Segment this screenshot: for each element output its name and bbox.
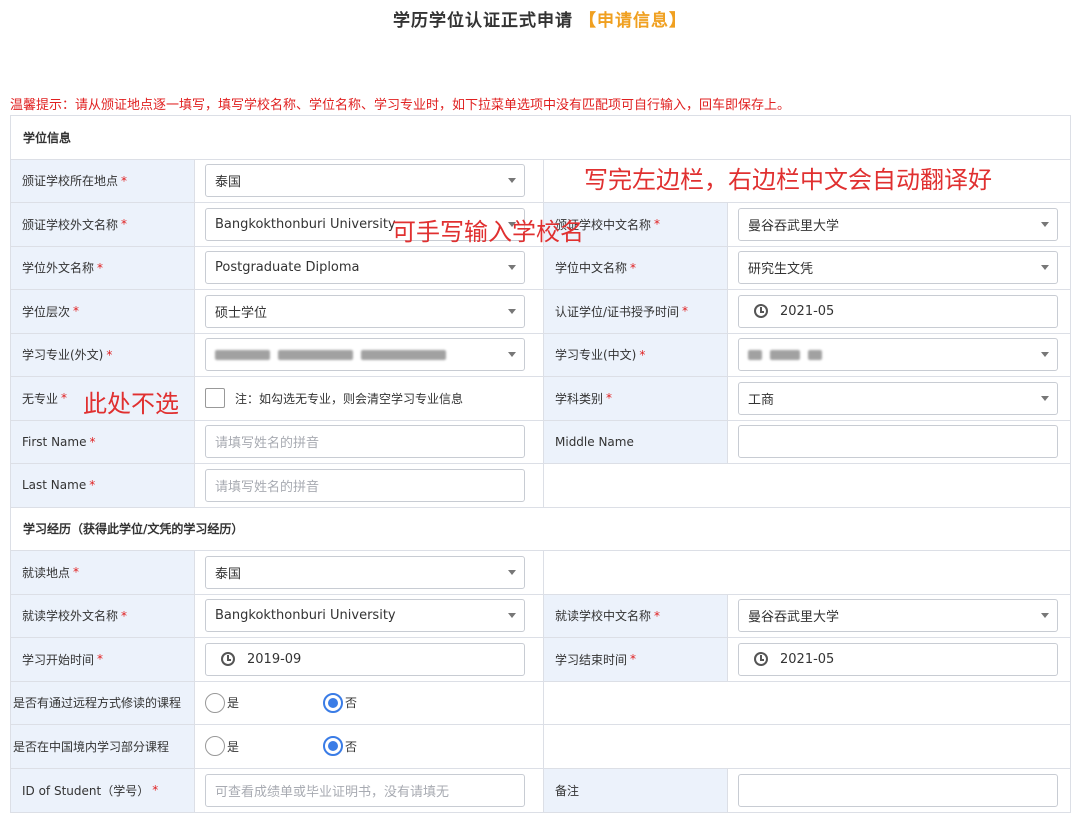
row-study-dates: 学习开始时间 * 2019-09 学习结束时间 * 2021-05 [11,638,1070,682]
school-chinese-name-select[interactable]: 曼谷吞武里大学 [738,207,1058,241]
row-first-name: First Name * 请填写姓名的拼音 Middle Name [11,420,1070,464]
degree-level-label: 学位层次 * [11,290,195,333]
redacted-text [748,349,762,360]
school-foreign-name-label: 颁证学校外文名称 * [11,203,195,246]
row-major: 学习专业(外文) * 学习专业(中文) * [11,333,1070,377]
chevron-down-icon [1041,352,1049,358]
row-distance-learning: 是否有通过远程方式修读的课程 是 否 [11,681,1070,725]
chevron-down-icon [508,308,516,314]
distance-learning-label: 是否有通过远程方式修读的课程 [11,681,195,724]
major-foreign-select[interactable] [205,338,525,372]
page-title: 学历学位认证正式申请 【申请信息】 [0,6,1080,31]
discipline-label: 学科类别 * [544,377,728,420]
annotation-no-select: 此处不选 [83,390,179,418]
row-study-location: 就读地点 * 泰国 [11,551,1070,595]
chevron-down-icon [508,613,516,619]
last-name-input[interactable]: 请填写姓名的拼音 [205,468,525,502]
degree-chinese-name-label: 学位中文名称 * [544,246,728,289]
major-chinese-select[interactable] [738,338,1058,372]
study-school-foreign-select[interactable]: Bangkokthonburi University [205,599,525,633]
end-date-picker[interactable]: 2021-05 [738,642,1058,676]
study-in-china-yes-radio[interactable] [205,736,225,757]
study-school-chinese-select[interactable]: 曼谷吞武里大学 [738,599,1058,633]
degree-chinese-name-select[interactable]: 研究生文凭 [738,251,1058,285]
issuing-location-select[interactable]: 泰国 [205,164,525,198]
study-school-foreign-label: 就读学校外文名称 * [11,594,195,637]
chevron-down-icon [1041,265,1049,271]
first-name-label: First Name * [11,420,195,463]
major-foreign-label: 学习专业(外文) * [11,333,195,376]
clock-icon [754,652,768,667]
discipline-select[interactable]: 工商 [738,381,1058,415]
redacted-text [770,349,800,360]
section-study-experience: 学习经历（获得此学位/文凭的学习经历） [11,507,1070,551]
first-name-input[interactable]: 请填写姓名的拼音 [205,425,525,459]
page-title-text: 学历学位认证正式申请 [393,11,573,31]
row-student-id: ID of Student（学号） * 可查看成绩单或毕业证明书，没有请填无 备注 [11,768,1070,812]
annotation-handwrite: 可手写输入学校名 [392,218,584,246]
start-date-picker[interactable]: 2019-09 [205,642,525,676]
distance-learning-no-radio[interactable] [323,692,344,713]
degree-foreign-name-label: 学位外文名称 * [11,246,195,289]
study-in-china-no-radio[interactable] [323,736,344,757]
start-date-label: 学习开始时间 * [11,638,195,681]
row-degree-name: 学位外文名称 * Postgraduate Diploma 学位中文名称 * 研究生… [11,246,1070,290]
redacted-text [808,349,822,360]
middle-name-input[interactable] [738,425,1058,459]
row-study-school: 就读学校外文名称 * Bangkokthonburi University 就读学… [11,594,1070,638]
row-study-in-china: 是否在中国境内学习部分课程 是 否 [11,725,1070,769]
issuing-location-label: 颁证学校所在地点 * [11,159,195,202]
chevron-down-icon [508,178,516,184]
study-location-label: 就读地点 * [11,551,195,594]
study-in-china-label: 是否在中国境内学习部分课程 [11,725,195,768]
award-date-picker[interactable]: 2021-05 [738,294,1058,328]
page-subtitle: 【申请信息】 [579,11,687,31]
student-id-input[interactable]: 可查看成绩单或毕业证明书，没有请填无 [205,773,525,807]
chevron-down-icon [1041,395,1049,401]
row-last-name: Last Name * 请填写姓名的拼音 [11,464,1070,508]
chevron-down-icon [1041,613,1049,619]
student-id-label: ID of Student（学号） * [11,768,195,812]
section-degree-info: 学位信息 [11,116,1070,160]
award-date-label: 认证学位/证书授予时间 * [544,290,728,333]
middle-name-label: Middle Name [544,420,728,463]
study-location-select[interactable]: 泰国 [205,555,525,589]
clock-icon [221,652,235,667]
warm-tip: 温馨提示：请从颁证地点逐一填写，填写学校名称、学位名称、学习专业时，如下拉菜单选… [10,98,791,113]
annotation-right-column: 写完左边栏，右边栏中文会自动翻译好 [584,166,992,194]
distance-learning-yes-radio[interactable] [205,692,225,713]
remarks-input[interactable] [738,773,1058,807]
major-chinese-label: 学习专业(中文) * [544,333,728,376]
redacted-text [361,349,446,360]
degree-foreign-name-select[interactable]: Postgraduate Diploma [205,251,525,285]
no-major-note: 注：如勾选无专业，则会清空学习专业信息 [235,391,464,406]
chevron-down-icon [508,352,516,358]
redacted-text [278,349,353,360]
remarks-label: 备注 [544,768,728,812]
chevron-down-icon [508,569,516,575]
chevron-down-icon [1041,221,1049,227]
degree-level-select[interactable]: 硕士学位 [205,294,525,328]
row-degree-level: 学位层次 * 硕士学位 认证学位/证书授予时间 * 2021-05 [11,290,1070,334]
clock-icon [754,304,768,319]
chevron-down-icon [508,265,516,271]
study-school-chinese-label: 就读学校中文名称 * [544,594,728,637]
last-name-label: Last Name * [11,464,195,507]
end-date-label: 学习结束时间 * [544,638,728,681]
no-major-checkbox[interactable] [205,388,225,409]
redacted-text [215,349,270,360]
